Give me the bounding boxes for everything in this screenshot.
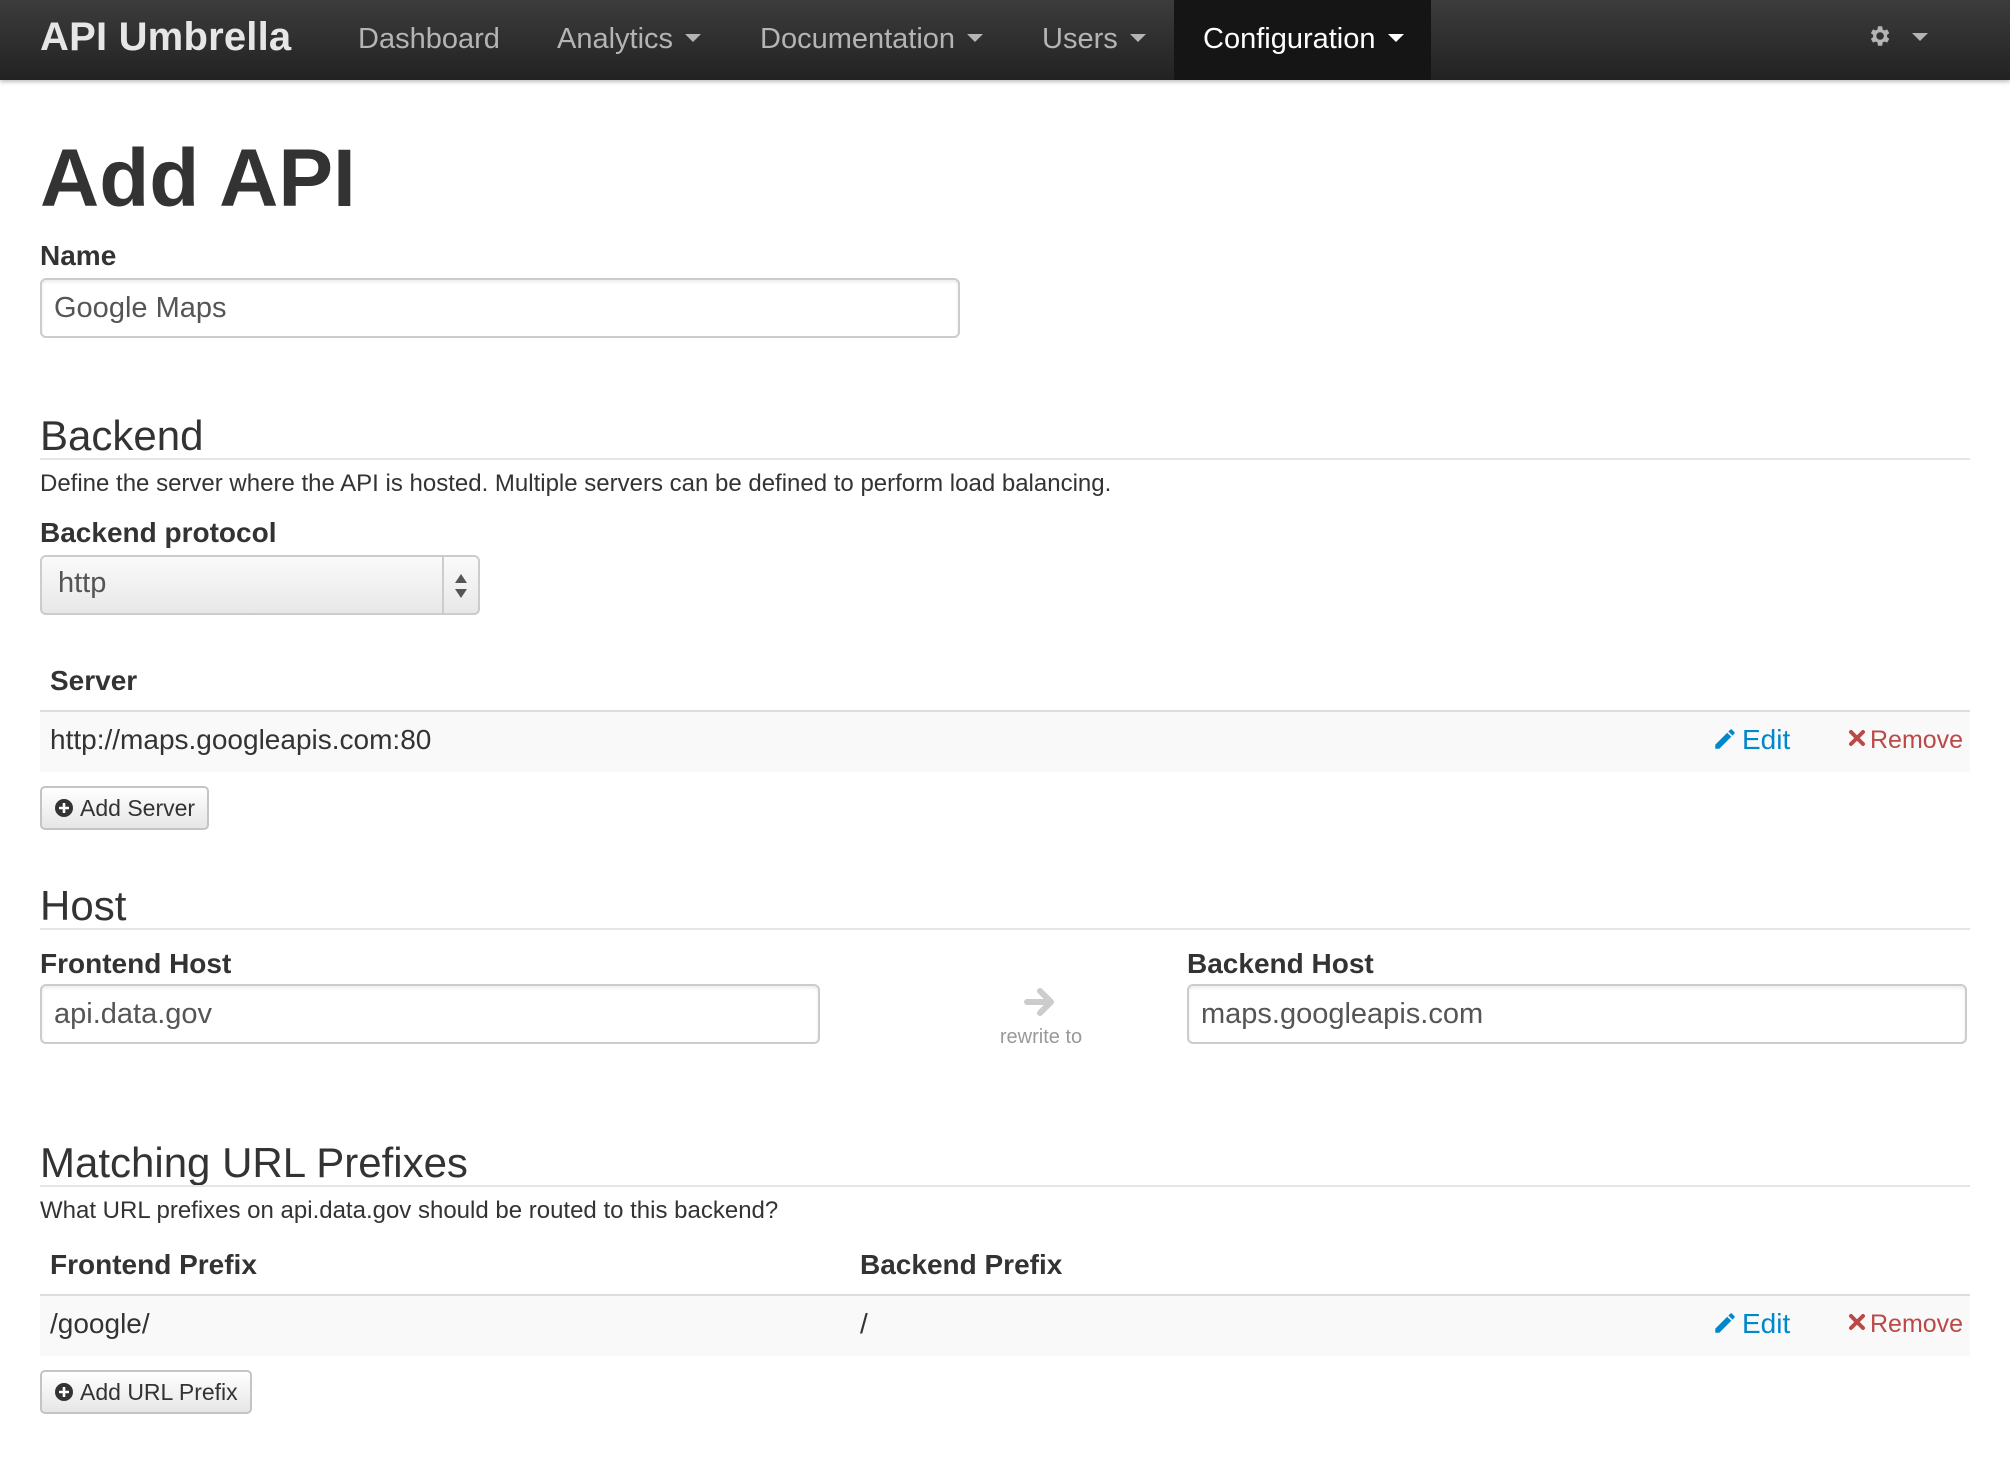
name-input[interactable]: [40, 278, 960, 338]
backend-prefix-column-header: Backend Prefix: [860, 1249, 1063, 1280]
remove-url-prefix-link[interactable]: Remove: [1848, 1310, 1963, 1339]
nav-configuration[interactable]: Configuration: [1174, 0, 1431, 80]
frontend-prefix-column-header: Frontend Prefix: [50, 1249, 257, 1280]
nav-documentation[interactable]: Documentation: [731, 0, 1012, 80]
nav-dashboard[interactable]: Dashboard: [329, 0, 529, 80]
nav-users-label: Users: [1042, 23, 1118, 55]
close-icon: [1849, 1314, 1865, 1331]
remove-server-link[interactable]: Remove: [1848, 726, 1963, 755]
nav-users[interactable]: Users: [1013, 0, 1175, 80]
table-row: http://maps.googleapis.com:80 Edit Remov…: [40, 712, 1970, 772]
backend-help-text: Define the server where the API is hoste…: [40, 470, 1112, 497]
chevron-down-icon: [1387, 34, 1404, 43]
table-row: /google/ / Edit Remove: [40, 1296, 1970, 1356]
server-column-header: Server: [50, 665, 138, 696]
edit-url-prefix-label: Edit: [1742, 1308, 1791, 1339]
add-url-prefix-button[interactable]: Add URL Prefix: [40, 1370, 252, 1414]
close-icon: [1849, 730, 1865, 747]
nav-configuration-label: Configuration: [1203, 23, 1376, 55]
nav-documentation-label: Documentation: [760, 23, 956, 55]
nav-dashboard-label: Dashboard: [358, 23, 500, 55]
url-prefixes-section-title: Matching URL Prefixes: [40, 1139, 468, 1186]
rewrite-indicator: rewrite to: [961, 985, 1121, 1049]
frontend-prefix-value: /google/: [50, 1308, 150, 1339]
chevron-down-icon: [1912, 32, 1929, 41]
frontend-host-label: Frontend Host: [40, 948, 232, 979]
edit-server-label: Edit: [1742, 724, 1791, 755]
remove-server-label: Remove: [1870, 726, 1964, 754]
plus-circle-icon: [55, 1382, 73, 1401]
plus-circle-icon: [55, 798, 73, 817]
backend-host-input[interactable]: [1187, 984, 1967, 1044]
gear-icon: [1870, 26, 1890, 46]
pencil-icon: [1715, 1312, 1735, 1333]
select-divider: [442, 557, 444, 613]
backend-protocol-value: http: [58, 567, 107, 599]
add-server-label: Add Server: [80, 795, 196, 821]
brand-logo[interactable]: API Umbrella: [40, 15, 291, 60]
nav-analytics-label: Analytics: [557, 23, 674, 55]
edit-url-prefix-link[interactable]: Edit: [1712, 1308, 1790, 1340]
nav-analytics[interactable]: Analytics: [528, 0, 730, 80]
backend-host-label: Backend Host: [1187, 948, 1374, 979]
server-url: http://maps.googleapis.com:80: [50, 724, 432, 755]
edit-server-link[interactable]: Edit: [1712, 724, 1790, 756]
rewrite-text: rewrite to: [999, 1026, 1083, 1048]
backend-section-title: Backend: [40, 412, 204, 459]
page-title: Add API: [40, 133, 356, 224]
url-prefixes-help-text: What URL prefixes on api.data.gov should…: [40, 1197, 779, 1224]
pencil-icon: [1715, 728, 1735, 749]
host-section-title: Host: [40, 882, 127, 929]
section-divider: [40, 458, 1970, 460]
frontend-host-input[interactable]: [40, 984, 820, 1044]
section-divider: [40, 928, 1970, 930]
chevron-down-icon: [1129, 34, 1146, 43]
arrow-right-icon: [1024, 988, 1054, 1016]
remove-url-prefix-label: Remove: [1870, 1310, 1964, 1338]
chevron-down-icon: [967, 34, 984, 43]
backend-protocol-select[interactable]: http: [40, 555, 480, 615]
chevron-down-icon: [685, 34, 702, 43]
settings-menu[interactable]: [1866, 0, 1929, 80]
backend-prefix-value: /: [860, 1308, 868, 1339]
name-label: Name: [40, 240, 117, 271]
add-url-prefix-label: Add URL Prefix: [80, 1379, 238, 1405]
section-divider: [40, 1185, 1970, 1187]
top-navbar: API Umbrella Dashboard Analytics Documen…: [0, 0, 2010, 80]
add-server-button[interactable]: Add Server: [40, 786, 210, 830]
backend-protocol-label: Backend protocol: [40, 517, 277, 548]
select-arrows-icon: [455, 574, 467, 598]
